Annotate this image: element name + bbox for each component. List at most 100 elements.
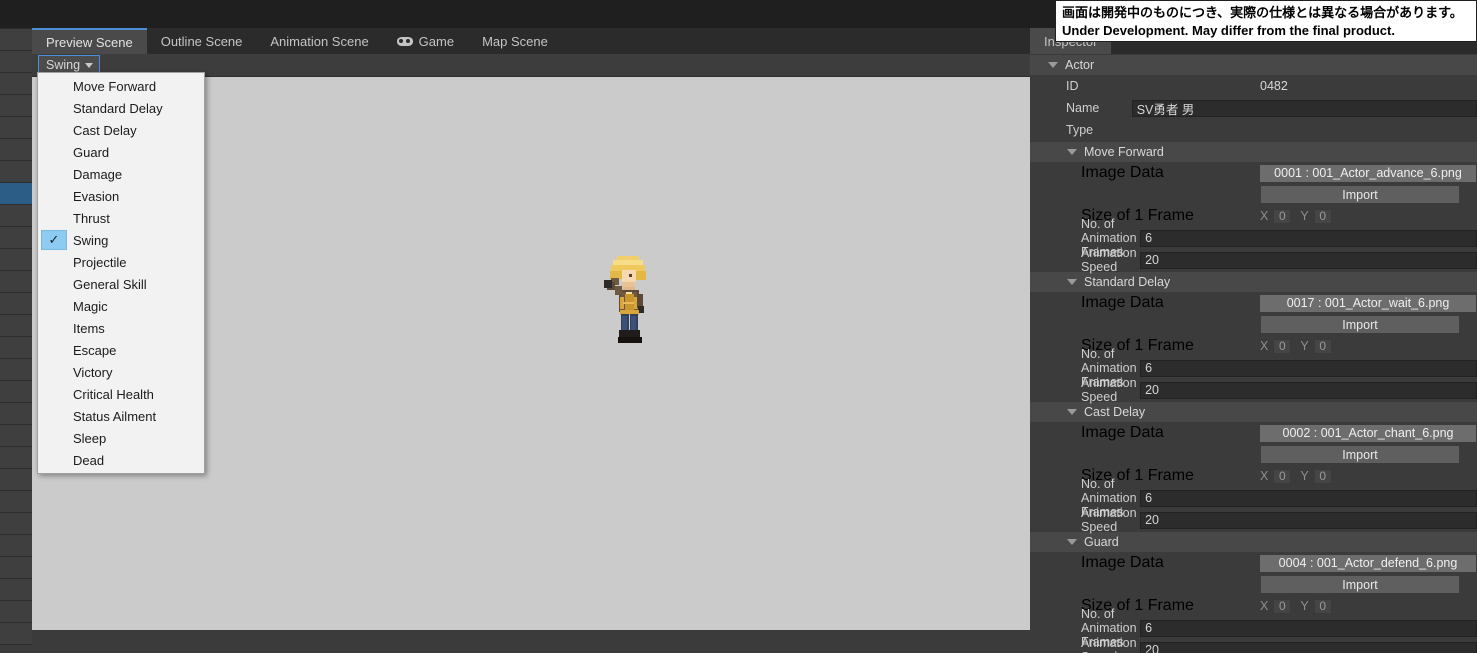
menu-item-general-skill[interactable]: General Skill — [38, 273, 204, 295]
menu-item-guard[interactable]: Guard — [38, 141, 204, 163]
menu-item-items[interactable]: Items — [38, 317, 204, 339]
image-data-value-button[interactable]: 0004 : 001_Actor_defend_6.png — [1260, 554, 1476, 572]
name-input[interactable]: SV勇者 男 — [1131, 99, 1477, 117]
animation-speed-input[interactable]: 20 — [1140, 641, 1477, 653]
left-item-list[interactable] — [0, 28, 32, 653]
menu-item-escape[interactable]: Escape — [38, 339, 204, 361]
animation-speed-input[interactable]: 20 — [1140, 511, 1477, 529]
image-data-value-button[interactable]: 0017 : 001_Actor_wait_6.png — [1260, 294, 1476, 312]
x-size-input[interactable]: 0 — [1273, 468, 1292, 484]
chevron-down-icon — [1067, 149, 1077, 155]
menu-item-cast-delay[interactable]: Cast Delay — [38, 119, 204, 141]
animation-speed-row: Animation Speed20 — [1030, 376, 1477, 404]
menu-item-evasion[interactable]: Evasion — [38, 185, 204, 207]
menu-item-dead[interactable]: Dead — [38, 449, 204, 471]
sprite-pixel — [631, 316, 636, 330]
check-slot — [41, 164, 67, 184]
menu-item-sleep[interactable]: Sleep — [38, 427, 204, 449]
list-item[interactable] — [0, 227, 32, 249]
motion-dropdown-menu[interactable]: Move Forward Standard Delay Cast Delay Guar… — [37, 72, 205, 474]
menu-item-thrust[interactable]: Thrust — [38, 207, 204, 229]
x-axis-label: X — [1260, 209, 1269, 223]
import-button[interactable]: Import — [1261, 576, 1459, 593]
y-size-input[interactable]: 0 — [1313, 208, 1332, 224]
list-item[interactable] — [0, 73, 32, 95]
section-cast-delay[interactable]: Cast Delay — [1030, 401, 1477, 422]
tab-map-scene[interactable]: Map Scene — [468, 28, 562, 54]
sprite-pixel — [626, 292, 632, 294]
tab-game[interactable]: Game — [383, 28, 468, 54]
menu-item-damage[interactable]: Damage — [38, 163, 204, 185]
check-slot — [41, 186, 67, 206]
check-slot — [41, 340, 67, 360]
x-size-input[interactable]: 0 — [1273, 338, 1292, 354]
list-item[interactable] — [0, 205, 32, 227]
import-button[interactable]: Import — [1261, 446, 1459, 463]
section-move-forward[interactable]: Move Forward — [1030, 141, 1477, 162]
tab-outline-scene[interactable]: Outline Scene — [147, 28, 257, 54]
menu-item-standard-delay[interactable]: Standard Delay — [38, 97, 204, 119]
import-row: Import — [1030, 314, 1477, 335]
tab-animation-scene[interactable]: Animation Scene — [256, 28, 382, 54]
image-data-label: Image Data — [1081, 424, 1164, 441]
list-item[interactable] — [0, 293, 32, 315]
image-data-row: Image Data 0002 : 001_Actor_chant_6.png — [1030, 422, 1477, 444]
y-size-input[interactable]: 0 — [1313, 598, 1332, 614]
list-item[interactable] — [0, 381, 32, 403]
list-item[interactable] — [0, 29, 32, 51]
section-guard[interactable]: Guard — [1030, 531, 1477, 552]
section-title: Cast Delay — [1084, 405, 1146, 419]
animation-frames-input[interactable]: 6 — [1140, 359, 1477, 377]
list-item[interactable] — [0, 161, 32, 183]
list-item[interactable] — [0, 469, 32, 491]
list-item[interactable] — [0, 579, 32, 601]
section-standard-delay[interactable]: Standard Delay — [1030, 271, 1477, 292]
list-item[interactable] — [0, 447, 32, 469]
menu-item-move-forward[interactable]: Move Forward — [38, 75, 204, 97]
animation-speed-input[interactable]: 20 — [1140, 381, 1477, 399]
menu-item-swing[interactable]: ✓ Swing — [38, 229, 204, 251]
list-item[interactable] — [0, 491, 32, 513]
menu-item-projectile[interactable]: Projectile — [38, 251, 204, 273]
list-item[interactable] — [0, 139, 32, 161]
y-size-input[interactable]: 0 — [1313, 468, 1332, 484]
animation-frames-input[interactable]: 6 — [1140, 489, 1477, 507]
list-item[interactable] — [0, 557, 32, 579]
list-item[interactable] — [0, 359, 32, 381]
preview-bottom-filler — [32, 630, 1030, 653]
list-item[interactable] — [0, 623, 32, 645]
x-size-input[interactable]: 0 — [1273, 598, 1292, 614]
x-size-input[interactable]: 0 — [1273, 208, 1292, 224]
animation-frames-input[interactable]: 6 — [1140, 619, 1477, 637]
list-item[interactable] — [0, 271, 32, 293]
scene-tab-bar[interactable]: Preview Scene Outline Scene Animation Scen… — [32, 28, 1030, 54]
menu-item-status-ailment[interactable]: Status Ailment — [38, 405, 204, 427]
menu-item-critical-health[interactable]: Critical Health — [38, 383, 204, 405]
list-item[interactable] — [0, 183, 32, 205]
import-button[interactable]: Import — [1261, 316, 1459, 333]
list-item[interactable] — [0, 337, 32, 359]
list-item[interactable] — [0, 249, 32, 271]
section-actor[interactable]: Actor — [1030, 54, 1477, 75]
list-item[interactable] — [0, 601, 32, 623]
list-item[interactable] — [0, 95, 32, 117]
tab-preview-scene[interactable]: Preview Scene — [32, 28, 147, 54]
field-row: Type — [1030, 119, 1477, 141]
list-item[interactable] — [0, 315, 32, 337]
menu-item-victory[interactable]: Victory — [38, 361, 204, 383]
list-item[interactable] — [0, 403, 32, 425]
list-item[interactable] — [0, 117, 32, 139]
menu-item-magic[interactable]: Magic — [38, 295, 204, 317]
list-item[interactable] — [0, 513, 32, 535]
import-button[interactable]: Import — [1261, 186, 1459, 203]
list-item[interactable] — [0, 51, 32, 73]
menu-item-label: Magic — [73, 298, 108, 314]
list-item[interactable] — [0, 425, 32, 447]
animation-frames-input[interactable]: 6 — [1140, 229, 1477, 247]
image-data-value-button[interactable]: 0002 : 001_Actor_chant_6.png — [1260, 424, 1476, 442]
check-slot — [41, 208, 67, 228]
image-data-value-button[interactable]: 0001 : 001_Actor_advance_6.png — [1260, 164, 1476, 182]
animation-speed-input[interactable]: 20 — [1140, 251, 1477, 269]
list-item[interactable] — [0, 535, 32, 557]
y-size-input[interactable]: 0 — [1313, 338, 1332, 354]
